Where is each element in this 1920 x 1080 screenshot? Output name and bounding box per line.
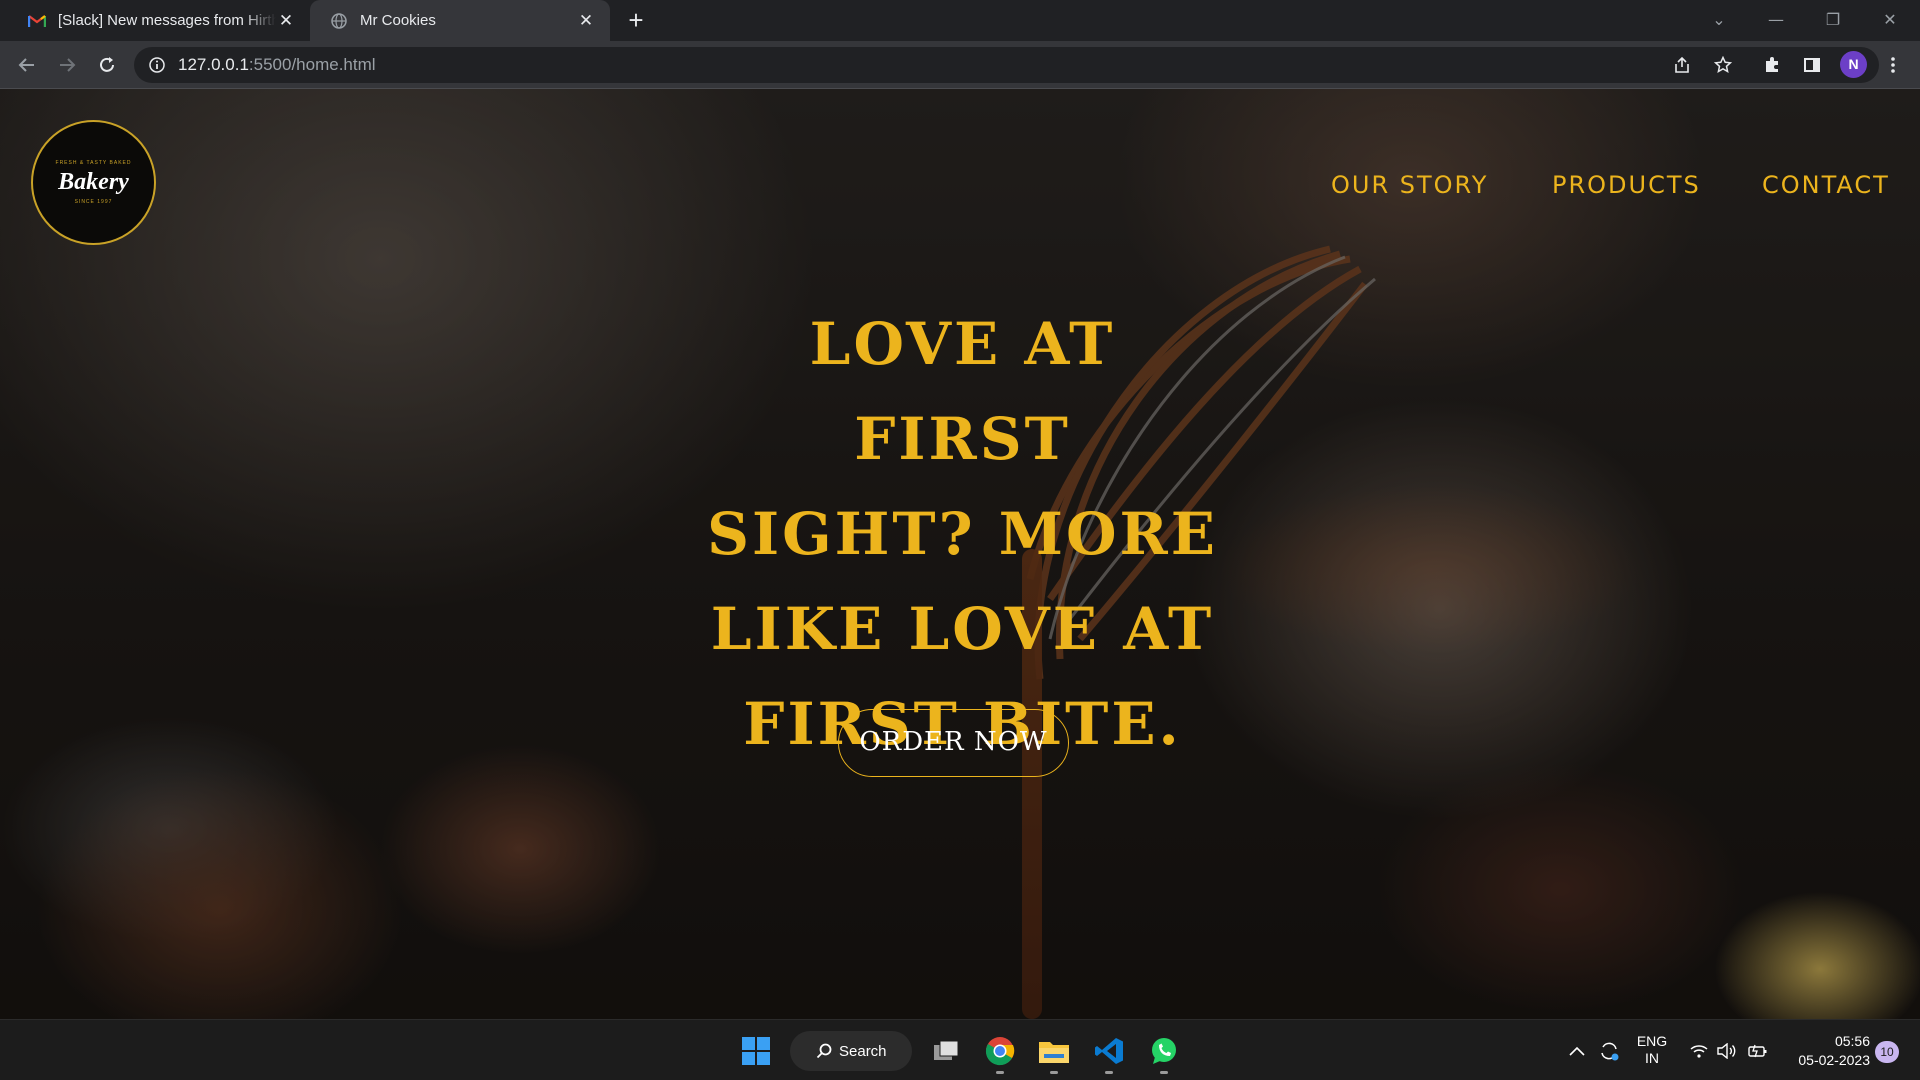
clock-date: 05-02-2023	[1798, 1052, 1870, 1068]
menu-button[interactable]	[1878, 50, 1908, 80]
volume-icon[interactable]	[1714, 1034, 1740, 1068]
extensions-button[interactable]	[1757, 50, 1787, 80]
site-info-icon[interactable]	[148, 56, 166, 74]
profile-avatar[interactable]: N	[1840, 51, 1867, 78]
nav-products[interactable]: PRODUCTS	[1552, 171, 1701, 199]
hero-section: FRESH & TASTY BAKED Bakery SINCE 1997 OU…	[0, 89, 1920, 1019]
whatsapp-icon[interactable]	[1147, 1034, 1181, 1074]
close-window-button[interactable]: ✕	[1867, 5, 1913, 35]
file-explorer-icon[interactable]	[1037, 1034, 1071, 1074]
tab-title: [Slack] New messages from Hirthi	[58, 12, 276, 29]
forward-button[interactable]	[52, 50, 82, 80]
running-indicator	[1160, 1071, 1168, 1074]
wifi-icon[interactable]	[1686, 1034, 1712, 1068]
forward-arrow-icon	[60, 58, 76, 72]
hero-line: LIKE LOVE AT	[710, 595, 1215, 663]
share-icon	[1675, 56, 1689, 73]
hero-line: SIGHT? MORE	[707, 500, 1218, 568]
tab-strip: [Slack] New messages from Hirthi ✕ Mr Co…	[0, 0, 1920, 41]
tab-slack-gmail[interactable]: [Slack] New messages from Hirthi ✕	[8, 0, 310, 41]
minimize-button[interactable]: —	[1753, 5, 1799, 35]
logo-since: SINCE 1997	[74, 199, 113, 205]
side-panel-icon	[1804, 58, 1820, 72]
windows-start-icon[interactable]	[739, 1034, 773, 1068]
new-tab-button[interactable]: +	[622, 7, 650, 35]
order-now-button[interactable]: ORDER NOW	[838, 709, 1069, 777]
show-hidden-icons-chevron-icon[interactable]	[1564, 1034, 1590, 1068]
bakery-logo[interactable]: FRESH & TASTY BAKED Bakery SINCE 1997	[31, 120, 156, 245]
windows-taskbar: Search ENG IN 05:56 05-02-2023 10	[0, 1019, 1920, 1080]
globe-icon	[330, 12, 348, 30]
back-button[interactable]	[12, 50, 42, 80]
close-icon[interactable]: ✕	[576, 11, 596, 31]
search-icon	[816, 1043, 832, 1059]
side-panel-button[interactable]	[1797, 50, 1827, 80]
onedrive-sync-icon[interactable]	[1595, 1034, 1623, 1068]
back-arrow-icon	[18, 58, 34, 72]
search-label: Search	[839, 1042, 887, 1060]
url-host: 127.0.0.1	[178, 55, 249, 74]
lang-region: IN	[1645, 1050, 1659, 1066]
running-indicator	[1105, 1071, 1113, 1074]
clock-time: 05:56	[1834, 1033, 1870, 1049]
gmail-icon	[28, 12, 46, 30]
tab-mr-cookies[interactable]: Mr Cookies ✕	[310, 0, 610, 41]
vscode-icon[interactable]	[1092, 1034, 1126, 1074]
puzzle-icon	[1766, 57, 1778, 72]
browser-toolbar: 127.0.0.1:5500/home.html N	[0, 41, 1920, 89]
reload-button[interactable]	[92, 50, 122, 80]
language-indicator[interactable]: ENG IN	[1630, 1033, 1674, 1067]
tab-search-chevron-icon[interactable]: ⌄	[1696, 5, 1742, 35]
tab-title: Mr Cookies	[360, 12, 436, 29]
close-icon[interactable]: ✕	[276, 11, 296, 31]
clock[interactable]: 05:56 05-02-2023	[1780, 1032, 1870, 1070]
lang-code: ENG	[1636, 1033, 1668, 1049]
taskbar-search[interactable]: Search	[790, 1031, 912, 1071]
battery-charging-icon[interactable]	[1745, 1034, 1771, 1068]
nav-contact[interactable]: CONTACT	[1762, 171, 1890, 199]
share-button[interactable]	[1667, 50, 1697, 80]
hero-line: LOVE AT FIRST	[809, 310, 1116, 473]
running-indicator	[1050, 1071, 1058, 1074]
kebab-menu-icon	[1891, 57, 1895, 73]
reload-icon	[100, 57, 114, 72]
logo-tagline: FRESH & TASTY BAKED	[55, 160, 132, 166]
star-icon	[1714, 56, 1732, 73]
nav-our-story[interactable]: OUR STORY	[1331, 171, 1488, 199]
address-bar[interactable]: 127.0.0.1:5500/home.html	[134, 47, 1879, 83]
running-indicator	[996, 1071, 1004, 1074]
notification-badge[interactable]: 10	[1875, 1041, 1899, 1063]
task-view-icon[interactable]	[929, 1034, 963, 1068]
logo-wordmark: Bakery	[58, 169, 129, 195]
url-text: 127.0.0.1:5500/home.html	[178, 55, 376, 75]
hero-headline: LOVE AT FIRST SIGHT? MORE LIKE LOVE AT F…	[700, 297, 1225, 772]
bookmark-button[interactable]	[1708, 50, 1738, 80]
chrome-icon[interactable]	[983, 1034, 1017, 1074]
restore-button[interactable]: ❐	[1810, 5, 1856, 35]
url-path: :5500/home.html	[248, 55, 376, 74]
